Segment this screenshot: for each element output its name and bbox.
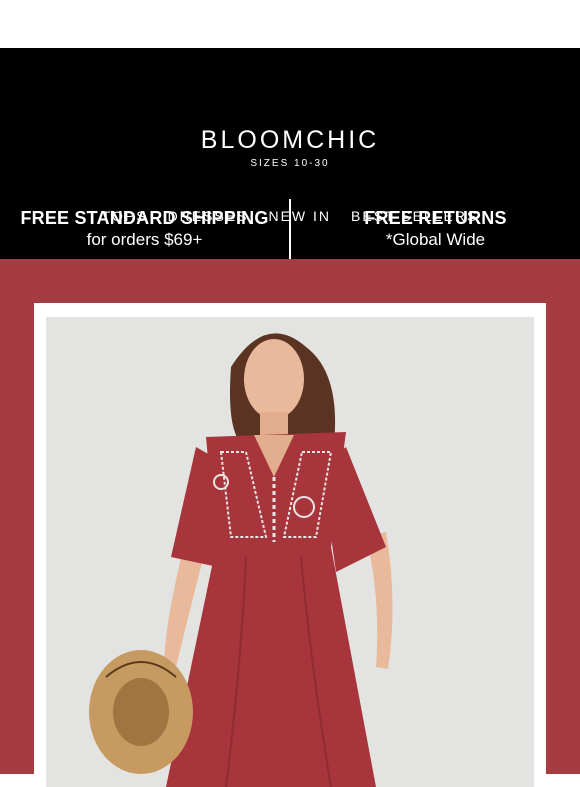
email-header: BLOOMCHIC SIZES 10-30 TOPS DRESSES NEW I… xyxy=(0,48,580,224)
hero-section xyxy=(0,259,580,787)
nav-item-new-in[interactable]: NEW IN xyxy=(268,208,331,224)
model-illustration xyxy=(89,333,393,787)
returns-subtitle: *Global Wide xyxy=(385,230,486,249)
nav-item-best-sellers[interactable]: BEST SELLERS xyxy=(351,208,478,224)
shipping-subtitle: for orders $69+ xyxy=(86,230,203,249)
nav-item-dresses[interactable]: DRESSES xyxy=(168,208,249,224)
top-spacer xyxy=(0,0,580,48)
product-photo[interactable] xyxy=(46,317,534,787)
nav-item-tops[interactable]: TOPS xyxy=(102,208,148,224)
product-frame xyxy=(34,303,546,787)
brand-tagline: SIZES 10-30 xyxy=(250,158,330,169)
main-nav: TOPS DRESSES NEW IN BEST SELLERS xyxy=(0,208,580,224)
brand-logo[interactable]: BLOOMCHIC xyxy=(0,126,580,155)
